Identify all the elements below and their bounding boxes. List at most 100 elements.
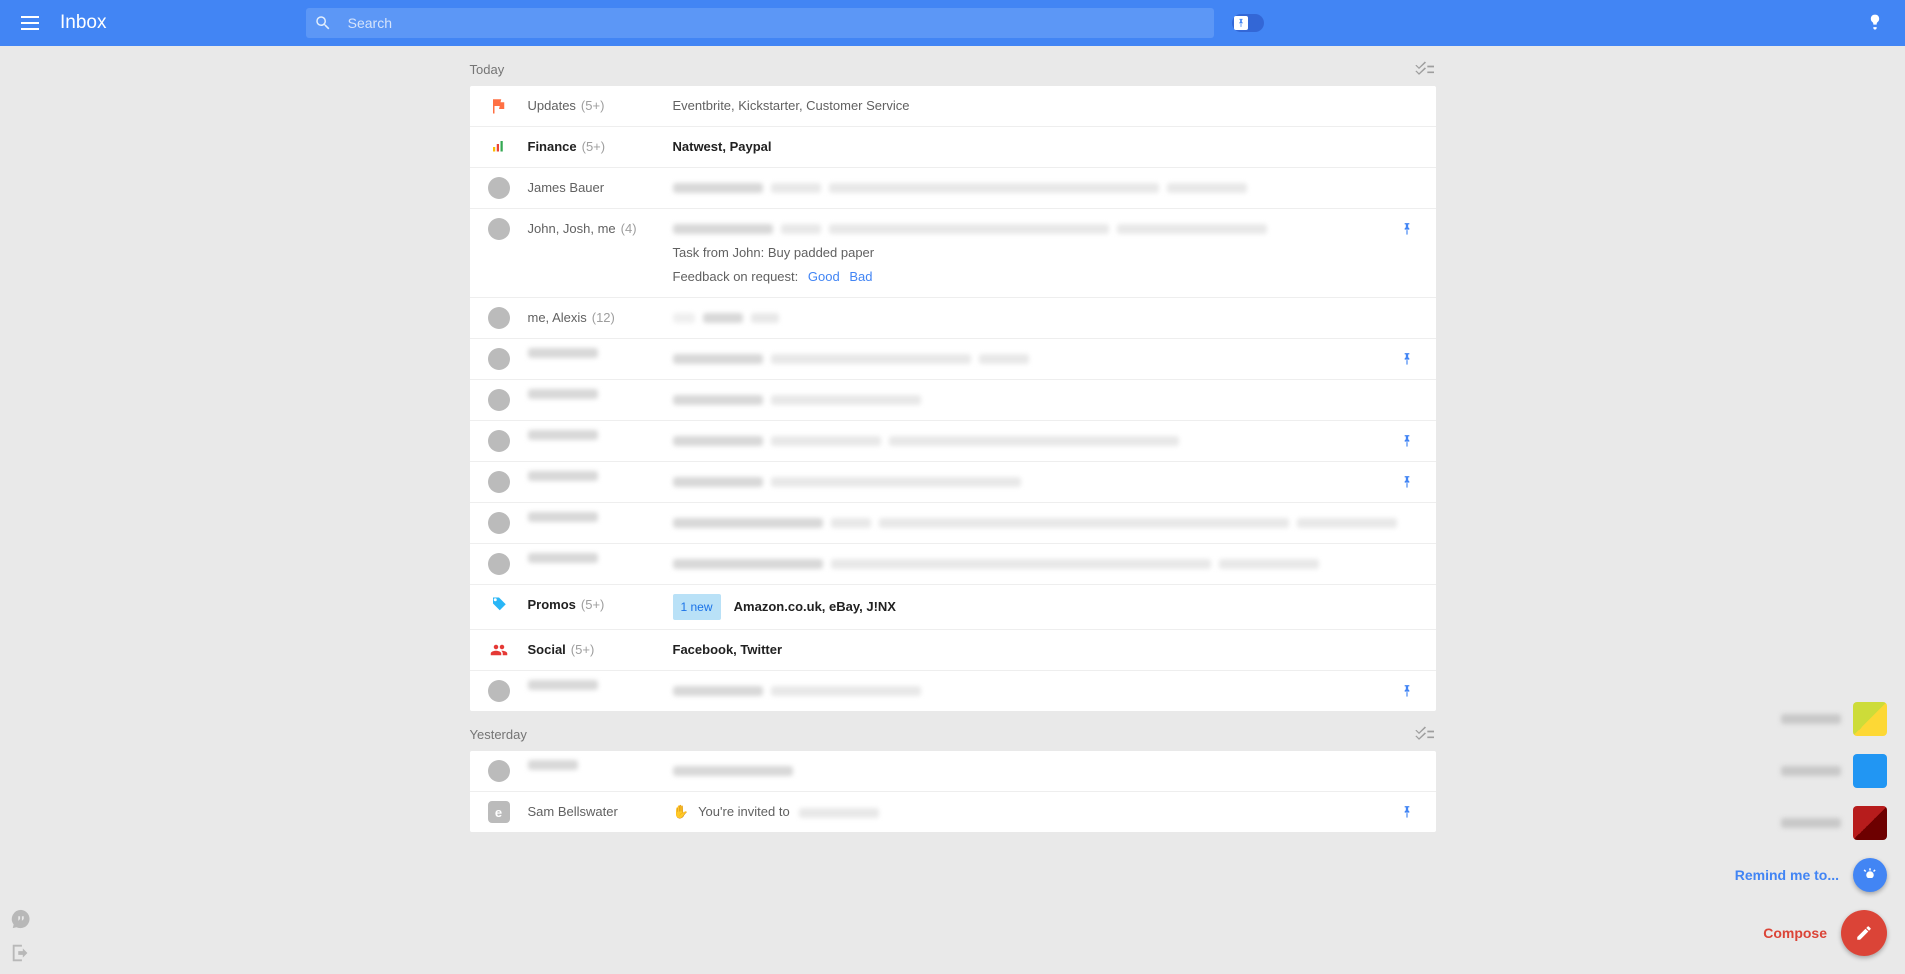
people-icon [488,639,510,661]
avatar [488,680,510,702]
hamburger-icon [21,22,39,24]
sender-redacted [528,760,578,770]
menu-button[interactable] [12,5,48,41]
preview-redacted [673,307,1396,329]
left-dock [6,904,36,968]
pin-indicator[interactable] [1396,348,1418,370]
thread-redacted[interactable] [470,503,1436,544]
thread-redacted[interactable] [470,421,1436,462]
thread-redacted[interactable] [470,380,1436,421]
thread-redacted[interactable] [470,671,1436,711]
preview-redacted [673,430,1396,452]
floating-actions: Remind me to... Compose [1735,702,1887,956]
preview-redacted [673,389,1396,411]
thread-count: (12) [592,307,615,329]
pin-indicator[interactable] [1396,218,1418,240]
hangouts-icon[interactable] [6,904,36,934]
sender: me, Alexis [528,307,587,329]
feedback-bad[interactable]: Bad [849,269,872,284]
sender-redacted [528,430,598,440]
contact-name-redacted [1781,766,1841,776]
thread-james[interactable]: James Bauer [470,168,1436,209]
section-yesterday-label: Yesterday [470,727,1412,742]
avatar [488,430,510,452]
thread-redacted[interactable] [470,462,1436,503]
avatar [488,553,510,575]
avatar [488,389,510,411]
bundle-updates[interactable]: Updates (5+) Eventbrite, Kickstarter, Cu… [470,86,1436,127]
avatar [1853,702,1887,736]
app-title: Inbox [60,12,106,34]
search-box[interactable] [306,8,1214,38]
main-scroll[interactable]: Today Updates (5+) Eventbrite, Kickstart… [0,46,1905,974]
top-bar: Inbox [0,0,1905,46]
sender-redacted [528,553,598,563]
contact-name-redacted [1781,818,1841,828]
assistant-icon[interactable] [1857,5,1893,41]
today-list: Updates (5+) Eventbrite, Kickstarter, Cu… [470,86,1436,711]
remind-label: Remind me to... [1735,867,1839,883]
compose-fab[interactable] [1841,910,1887,956]
bundle-label: Finance [528,136,577,158]
bundle-summary: Facebook, Twitter [673,639,1396,661]
pinned-toggle[interactable] [1232,14,1264,32]
feedback-prefix: Feedback on request: [673,269,799,284]
bundle-label: Updates [528,95,576,117]
compose-label: Compose [1763,925,1827,941]
contact-chip[interactable] [1781,806,1887,840]
avatar [488,177,510,199]
pin-indicator[interactable] [1396,430,1418,452]
bundle-count: (5+) [582,136,605,158]
avatar [488,307,510,329]
search-input[interactable] [342,14,1207,32]
thread-john[interactable]: John, Josh, me (4) Task from John: Buy p… [470,209,1436,298]
compose-action[interactable]: Compose [1763,910,1887,956]
sender-redacted [528,348,598,358]
avatar [1853,754,1887,788]
bundle-promos[interactable]: Promos (5+) 1 new Amazon.co.uk, eBay, J!… [470,585,1436,630]
new-badge: 1 new [673,594,721,620]
avatar [488,760,510,782]
reminder-fab[interactable] [1853,858,1887,892]
tag-icon [488,594,510,616]
bundle-summary: Amazon.co.uk, eBay, J!NX [734,599,896,614]
bundle-label: Promos [528,594,576,616]
bundle-social[interactable]: Social (5+) Facebook, Twitter [470,630,1436,671]
preview-redacted [673,512,1397,534]
preview-redacted [673,680,1396,702]
pin-indicator[interactable] [1396,680,1418,702]
preview-redacted [673,471,1396,493]
bundle-count: (5+) [571,639,594,661]
bundle-finance[interactable]: Finance (5+) Natwest, Paypal [470,127,1436,168]
avatar [488,512,510,534]
avatar: e [488,801,510,823]
sender-redacted [528,680,598,690]
contact-chip[interactable] [1781,754,1887,788]
pin-indicator[interactable] [1396,471,1418,493]
bundle-summary: Natwest, Paypal [673,136,1396,158]
thread-redacted[interactable] [470,544,1436,585]
exit-icon[interactable] [6,938,36,968]
thread-redacted[interactable] [470,751,1436,792]
remind-action[interactable]: Remind me to... [1735,858,1887,892]
contact-name-redacted [1781,714,1841,724]
sender-redacted [528,389,598,399]
thread-sam[interactable]: e Sam Bellswater ✋ You're invited to [470,792,1436,832]
invite-prefix: You're invited to [698,804,790,819]
bundle-count: (5+) [581,594,604,616]
pin-indicator[interactable] [1396,801,1418,823]
thread-alexis[interactable]: me, Alexis (12) [470,298,1436,339]
yesterday-list: e Sam Bellswater ✋ You're invited to [470,751,1436,832]
thread-content: Task from John: Buy padded paper Feedbac… [673,218,1396,288]
contact-chip[interactable] [1781,702,1887,736]
sender: John, Josh, me [528,218,616,240]
avatar [1853,806,1887,840]
sweep-yesterday-button[interactable] [1412,722,1436,746]
preview-redacted [673,553,1396,575]
preview-redacted [673,348,1396,370]
feedback-good[interactable]: Good [808,269,840,284]
bundle-count: (5+) [581,95,604,117]
thread-redacted[interactable] [470,339,1436,380]
chart-icon [488,136,510,158]
sweep-today-button[interactable] [1412,57,1436,81]
